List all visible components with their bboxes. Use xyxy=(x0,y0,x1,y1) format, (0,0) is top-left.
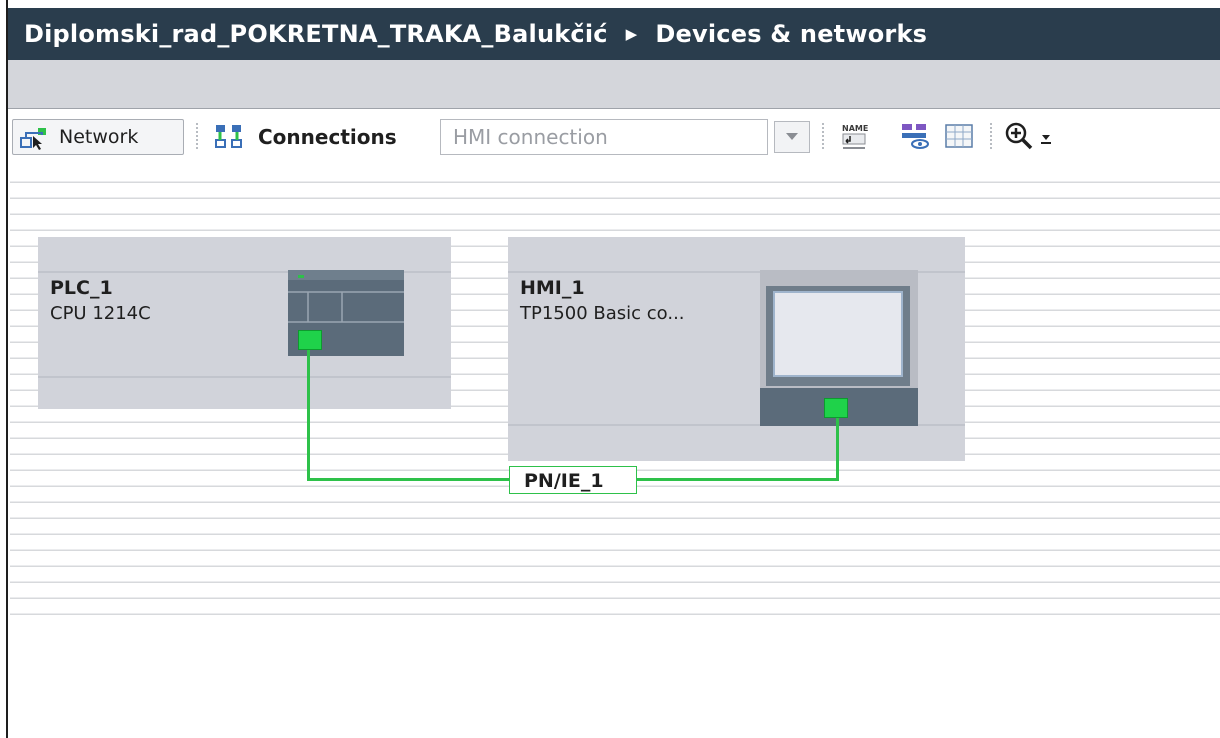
connections-button[interactable]: Connections xyxy=(208,119,428,153)
hmi-device[interactable]: HMI_1 TP1500 Basic co... xyxy=(508,237,965,461)
network-toolbar: Network Connections HMI connection NAME xyxy=(8,109,1220,167)
canvas-empty-area xyxy=(10,620,1220,738)
dropdown-arrow-icon[interactable] xyxy=(1038,125,1054,149)
hmi-profinet-port[interactable] xyxy=(824,398,848,418)
network-button-label: Network xyxy=(59,126,139,148)
show-address-icon[interactable] xyxy=(900,121,932,151)
connection-type-select[interactable]: HMI connection xyxy=(440,119,768,155)
toolbar-separator xyxy=(990,123,992,151)
network-button[interactable]: Network xyxy=(12,119,184,155)
plc-device[interactable]: PLC_1 CPU 1214C xyxy=(38,237,451,409)
plc-profinet-port[interactable] xyxy=(298,330,322,350)
project-name[interactable]: Diplomski_rad_POKRETNA_TRAKA_Balukčić xyxy=(24,20,608,48)
network-icon xyxy=(20,128,46,150)
device-type: TP1500 Basic co... xyxy=(520,303,685,324)
toolbar-separator xyxy=(822,123,824,151)
connection-type-dropdown-button[interactable] xyxy=(774,121,810,153)
network-label[interactable]: PN/IE_1 xyxy=(509,466,637,494)
name-icon[interactable]: NAME xyxy=(840,121,870,151)
device-name: PLC_1 xyxy=(50,277,113,299)
zoom-in-icon[interactable] xyxy=(1004,121,1034,151)
breadcrumb-arrow-icon: ▶ xyxy=(625,25,638,43)
connection-type-value: HMI connection xyxy=(453,125,608,149)
device-type: CPU 1214C xyxy=(50,303,151,324)
editor-tab-strip xyxy=(8,60,1220,109)
connections-button-label: Connections xyxy=(258,125,397,149)
title-bar: Diplomski_rad_POKRETNA_TRAKA_Balukčić ▶ De… xyxy=(8,8,1220,60)
table-view-icon[interactable] xyxy=(944,121,974,151)
view-name: Devices & networks xyxy=(655,20,928,48)
device-band xyxy=(38,376,451,378)
dropdown-arrow-icon xyxy=(786,133,798,140)
device-name: HMI_1 xyxy=(520,277,585,299)
toolbar-separator xyxy=(196,123,198,151)
window-left-border xyxy=(0,0,8,738)
connections-icon xyxy=(215,125,242,148)
hmi-network-wire[interactable] xyxy=(836,418,839,481)
plc-network-wire[interactable] xyxy=(307,350,310,480)
svg-text:NAME: NAME xyxy=(842,124,868,133)
